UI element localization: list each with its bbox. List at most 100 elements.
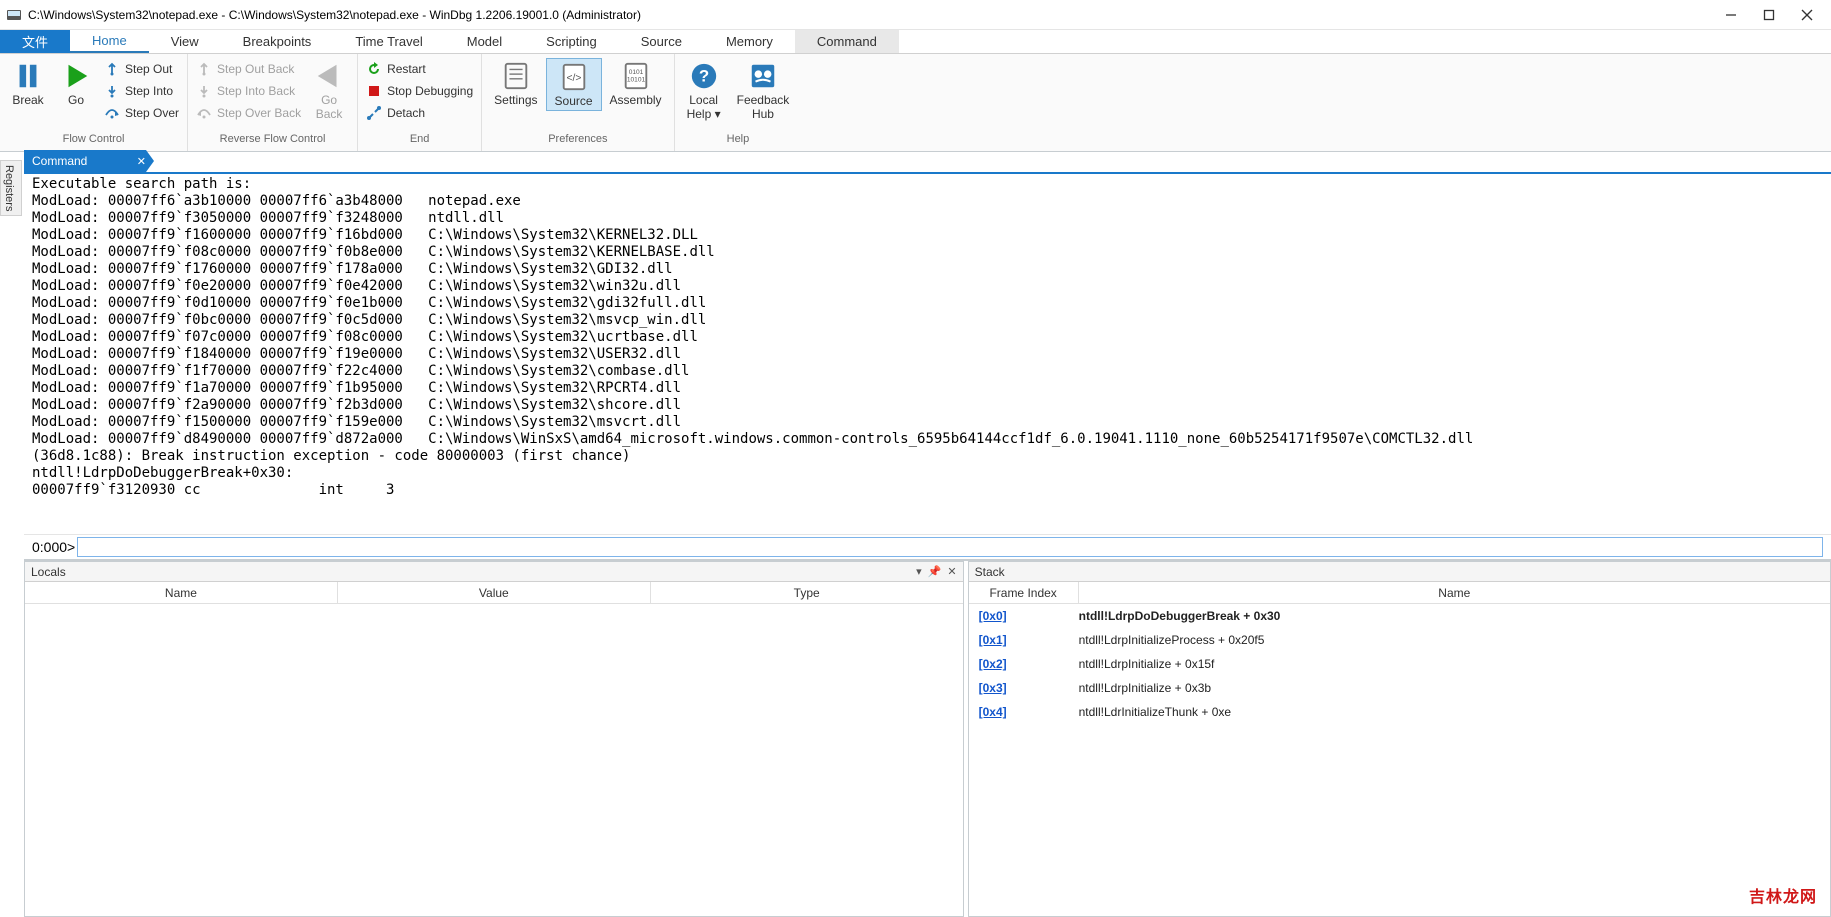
stepout-icon — [104, 61, 120, 77]
locals-pin-icon[interactable]: 📌 — [928, 565, 942, 578]
stack-frame-name: ntdll!LdrpInitializeProcess + 0x20f5 — [1069, 633, 1830, 647]
play-icon — [60, 60, 92, 92]
command-panel-label: Command — [32, 154, 87, 168]
detach-button[interactable]: Detach — [362, 102, 477, 124]
source-pref-label: Source — [555, 94, 593, 108]
svg-text:?: ? — [698, 67, 708, 86]
locals-col-name[interactable]: Name — [25, 582, 338, 603]
stack-table-body: [0x0]ntdll!LdrpDoDebuggerBreak + 0x30[0x… — [969, 604, 1830, 916]
locals-table-body — [25, 604, 963, 916]
tab-command[interactable]: Command — [795, 30, 899, 53]
command-panel-title[interactable]: Command ✕ — [24, 150, 154, 172]
stop-button[interactable]: Stop Debugging — [362, 80, 477, 102]
stepout-button[interactable]: Step Out — [100, 58, 183, 80]
tab-timetravel[interactable]: Time Travel — [333, 30, 444, 53]
ribbon-group-flow: Break Go Step Out Step Into Step Over — [0, 54, 188, 151]
stepoutback-button: Step Out Back — [192, 58, 305, 80]
settings-button[interactable]: Settings — [486, 58, 545, 109]
feedback-icon — [747, 60, 779, 92]
tab-source[interactable]: Source — [619, 30, 704, 53]
title-bar: C:\Windows\System32\notepad.exe - C:\Win… — [0, 0, 1831, 30]
close-button[interactable] — [1797, 5, 1817, 25]
go-button[interactable]: Go — [52, 58, 100, 109]
stepover-icon — [104, 105, 120, 121]
assembly-button[interactable]: 010110101 Assembly — [602, 58, 670, 109]
reverse-group-label: Reverse Flow Control — [192, 133, 353, 151]
stepintoback-button: Step Into Back — [192, 80, 305, 102]
stack-row[interactable]: [0x4]ntdll!LdrInitializeThunk + 0xe — [969, 700, 1830, 724]
stepoverback-label: Step Over Back — [217, 106, 301, 120]
stack-title: Stack — [975, 565, 1005, 579]
stack-row[interactable]: [0x0]ntdll!LdrpDoDebuggerBreak + 0x30 — [969, 604, 1830, 628]
maximize-button[interactable] — [1759, 5, 1779, 25]
stack-frame-index[interactable]: [0x0] — [969, 609, 1069, 623]
localhelp-button[interactable]: ? Local Help ▾ — [679, 58, 729, 123]
stepintoback-icon — [196, 83, 212, 99]
tab-view[interactable]: View — [149, 30, 221, 53]
stack-col-frame[interactable]: Frame Index — [969, 582, 1079, 603]
stepover-button[interactable]: Step Over — [100, 102, 183, 124]
command-prompt: 0:000> — [32, 539, 75, 555]
feedback-button[interactable]: Feedback Hub — [729, 58, 798, 123]
tab-breakpoints[interactable]: Breakpoints — [221, 30, 334, 53]
stack-frame-index[interactable]: [0x3] — [969, 681, 1069, 695]
tab-file[interactable]: 文件 — [0, 30, 70, 53]
command-panel-close-icon[interactable]: ✕ — [137, 155, 146, 168]
stack-pane: Stack Frame Index Name [0x0]ntdll!LdrpDo… — [968, 561, 1831, 917]
stack-row[interactable]: [0x3]ntdll!LdrpInitialize + 0x3b — [969, 676, 1830, 700]
stepinto-label: Step Into — [125, 84, 173, 98]
tab-scripting[interactable]: Scripting — [524, 30, 619, 53]
ribbon-group-reverse: Step Out Back Step Into Back Step Over B… — [188, 54, 358, 151]
locals-dropdown-icon[interactable]: ▾ — [916, 565, 922, 578]
stack-frame-index[interactable]: [0x1] — [969, 633, 1069, 647]
stack-table-header: Frame Index Name — [969, 582, 1830, 604]
stop-icon — [366, 83, 382, 99]
stepinto-icon — [104, 83, 120, 99]
stepinto-button[interactable]: Step Into — [100, 80, 183, 102]
settings-icon — [500, 60, 532, 92]
pause-icon — [12, 60, 44, 92]
stack-col-name[interactable]: Name — [1079, 582, 1830, 603]
break-button[interactable]: Break — [4, 58, 52, 109]
locals-col-type[interactable]: Type — [651, 582, 963, 603]
tab-model[interactable]: Model — [445, 30, 524, 53]
goback-button: Go Back — [305, 58, 353, 123]
restart-button[interactable]: Restart — [362, 58, 477, 80]
locals-col-value[interactable]: Value — [338, 582, 651, 603]
command-output: Executable search path is: ModLoad: 0000… — [24, 174, 1831, 534]
command-input[interactable] — [77, 537, 1823, 557]
stop-label: Stop Debugging — [387, 84, 473, 98]
watermark: 吉林龙网 — [1749, 883, 1817, 907]
help-icon: ? — [688, 60, 720, 92]
locals-close-icon[interactable]: ✕ — [947, 565, 956, 578]
localhelp-label: Local Help ▾ — [687, 93, 721, 121]
stack-row[interactable]: [0x1]ntdll!LdrpInitializeProcess + 0x20f… — [969, 628, 1830, 652]
tab-memory[interactable]: Memory — [704, 30, 795, 53]
svg-text:</>: </> — [566, 73, 581, 84]
stack-frame-name: ntdll!LdrpDoDebuggerBreak + 0x30 — [1069, 609, 1830, 623]
app-icon — [6, 7, 22, 23]
stack-row[interactable]: [0x2]ntdll!LdrpInitialize + 0x15f — [969, 652, 1830, 676]
tab-home[interactable]: Home — [70, 30, 149, 53]
svg-text:0101: 0101 — [628, 69, 643, 76]
stack-frame-index[interactable]: [0x4] — [969, 705, 1069, 719]
source-pref-button[interactable]: </> Source — [546, 58, 602, 111]
flow-group-label: Flow Control — [4, 133, 183, 151]
stepoutback-label: Step Out Back — [217, 62, 294, 76]
minimize-button[interactable] — [1721, 5, 1741, 25]
detach-icon — [366, 105, 382, 121]
ribbon: Break Go Step Out Step Into Step Over — [0, 54, 1831, 152]
window-title: C:\Windows\System32\notepad.exe - C:\Win… — [28, 8, 641, 22]
ribbon-group-end: Restart Stop Debugging Detach End — [358, 54, 482, 151]
stack-frame-name: ntdll!LdrpInitialize + 0x3b — [1069, 681, 1830, 695]
ribbon-group-help: ? Local Help ▾ Feedback Hub Help — [675, 54, 802, 151]
ribbon-group-prefs: Settings </> Source 010110101 Assembly P… — [482, 54, 674, 151]
stack-frame-index[interactable]: [0x2] — [969, 657, 1069, 671]
go-label: Go — [68, 93, 84, 107]
stepoutback-icon — [196, 61, 212, 77]
locals-title: Locals — [31, 565, 66, 579]
settings-label: Settings — [494, 93, 537, 107]
assembly-icon: 010110101 — [620, 60, 652, 92]
svg-text:10101: 10101 — [626, 77, 645, 84]
registers-tab[interactable]: Registers — [0, 160, 22, 216]
